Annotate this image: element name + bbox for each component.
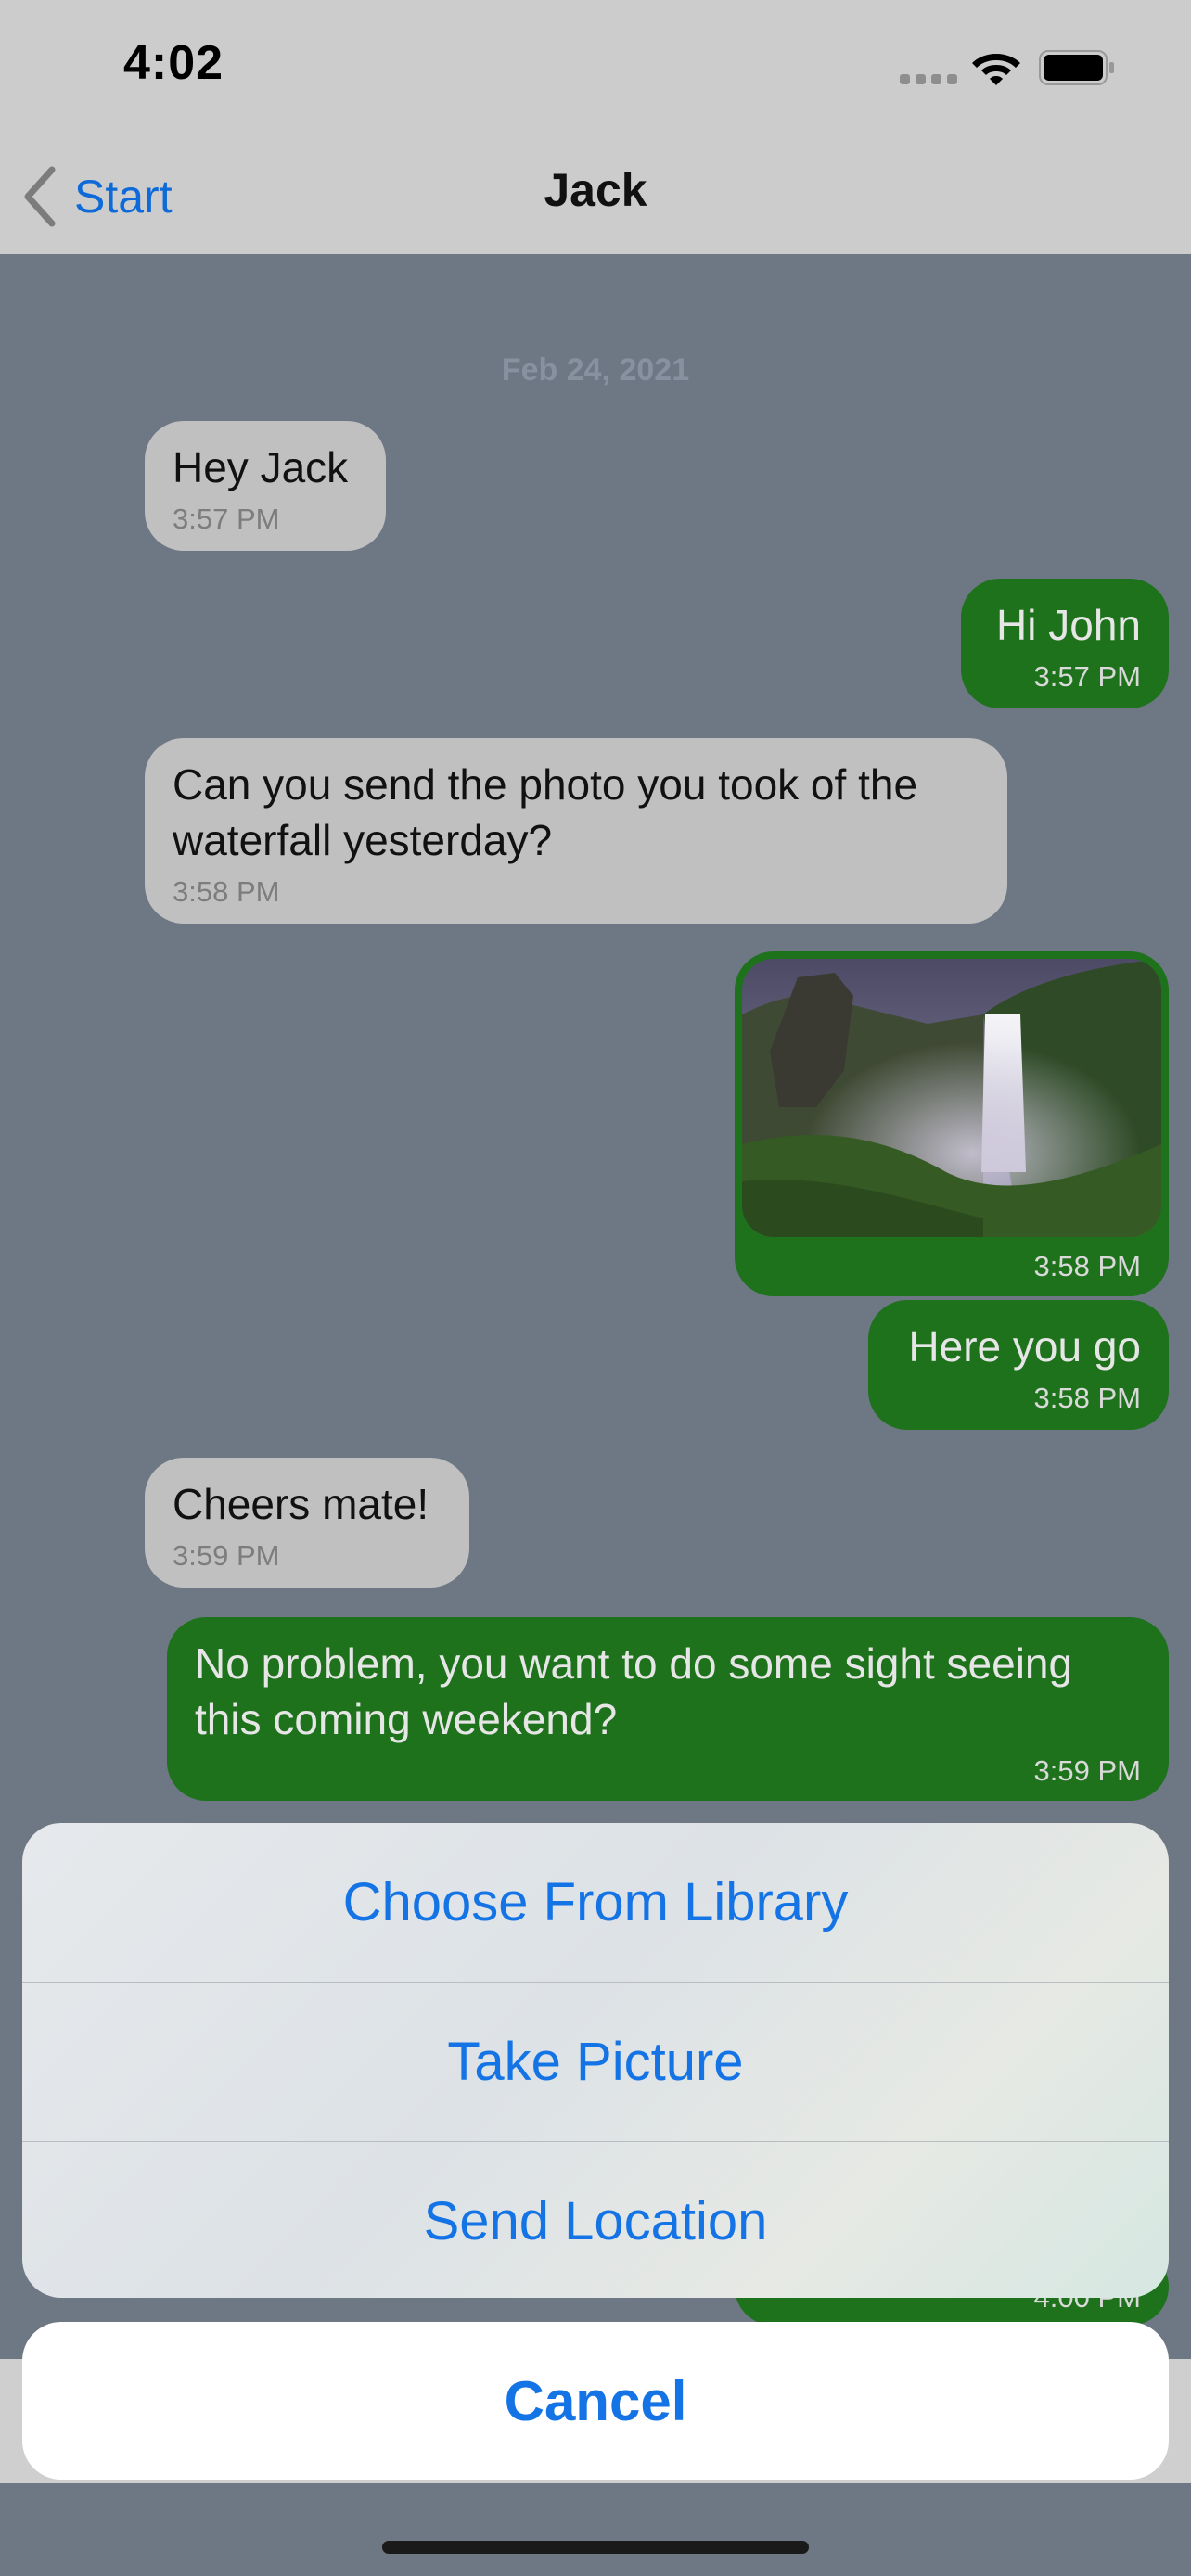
message-text: Hi John xyxy=(996,601,1141,649)
conversation-title: Jack xyxy=(544,164,647,216)
message-text: No problem, you want to do some sight se… xyxy=(195,1639,1073,1743)
message-bubble-outgoing[interactable]: Hi John 3:57 PM xyxy=(961,579,1169,708)
status-bar: 4:02 xyxy=(0,0,1191,139)
date-separator: Feb 24, 2021 xyxy=(501,352,690,388)
cancel-button[interactable]: Cancel xyxy=(22,2322,1169,2480)
take-picture-button[interactable]: Take Picture xyxy=(22,1983,1169,2141)
navigation-bar: Start Jack xyxy=(0,139,1191,254)
message-bubble-outgoing[interactable]: No problem, you want to do some sight se… xyxy=(167,1617,1169,1801)
send-location-button[interactable]: Send Location xyxy=(22,2142,1169,2298)
message-bubble-incoming[interactable]: Cheers mate! 3:59 PM xyxy=(145,1458,469,1588)
message-time: 3:59 PM xyxy=(1033,1754,1141,1787)
battery-icon xyxy=(1039,50,1114,85)
message-bubble-incoming[interactable]: Can you send the photo you took of the w… xyxy=(145,738,1007,924)
message-bubble-incoming[interactable]: Hey Jack 3:57 PM xyxy=(145,421,386,551)
message-text: Here you go xyxy=(908,1322,1141,1371)
message-time: 3:59 PM xyxy=(173,1539,280,1572)
message-text: Can you send the photo you took of the w… xyxy=(173,760,918,864)
message-text: Hey Jack xyxy=(173,443,349,491)
wifi-icon xyxy=(972,54,1020,85)
photo-message[interactable]: 3:58 PM xyxy=(735,951,1169,1296)
attachment-action-sheet: Choose From Library Take Picture Send Lo… xyxy=(22,1823,1169,2298)
message-time: 3:58 PM xyxy=(173,875,280,908)
message-text: Cheers mate! xyxy=(173,1480,429,1528)
waterfall-photo[interactable] xyxy=(742,959,1161,1237)
message-time: 3:58 PM xyxy=(1033,1250,1141,1282)
choose-from-library-button[interactable]: Choose From Library xyxy=(22,1823,1169,1982)
message-time: 3:57 PM xyxy=(173,503,280,535)
message-time: 3:57 PM xyxy=(1033,660,1141,693)
status-time: 4:02 xyxy=(123,36,224,90)
message-time: 3:58 PM xyxy=(1033,1382,1141,1414)
header-area: 4:02 Start Jack xyxy=(0,0,1191,254)
message-bubble-outgoing[interactable]: Here you go 3:58 PM xyxy=(868,1300,1169,1430)
signal-icon xyxy=(900,74,957,85)
home-indicator[interactable] xyxy=(382,2541,809,2554)
